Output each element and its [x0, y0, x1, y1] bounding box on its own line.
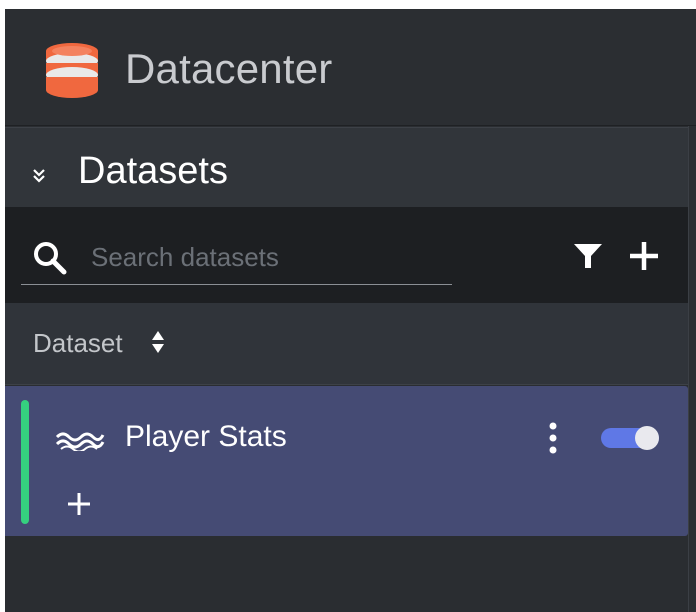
search-icon [34, 242, 67, 275]
column-header-dataset[interactable]: Dataset [5, 303, 696, 385]
add-dataset-plus-icon[interactable] [629, 241, 659, 271]
search-bar [21, 229, 452, 285]
row-add-plus-icon[interactable] [67, 492, 91, 516]
panel-divider [688, 126, 696, 612]
dataset-toolbar [5, 207, 696, 303]
datasets-section-header[interactable]: Datasets [5, 127, 696, 207]
app-title: Datacenter [125, 45, 333, 92]
dataset-status-bar [21, 400, 29, 524]
section-title: Datasets [78, 150, 228, 192]
kebab-menu-icon[interactable] [549, 422, 557, 454]
double-chevron-down-icon[interactable] [31, 168, 47, 184]
toggle-knob [635, 426, 659, 450]
dataset-name[interactable]: Player Stats [125, 420, 287, 454]
app-header: Datacenter [5, 9, 696, 126]
filter-icon[interactable] [573, 243, 603, 269]
datacenter-panel: Datacenter Datasets Dataset [5, 9, 696, 612]
search-input[interactable] [91, 239, 441, 275]
wave-icon [55, 432, 105, 451]
column-label: Dataset [33, 328, 123, 358]
sort-icon[interactable] [151, 330, 165, 354]
dataset-enabled-toggle[interactable] [601, 426, 659, 450]
dataset-row[interactable]: Player Stats [5, 386, 688, 536]
database-icon [46, 43, 98, 98]
